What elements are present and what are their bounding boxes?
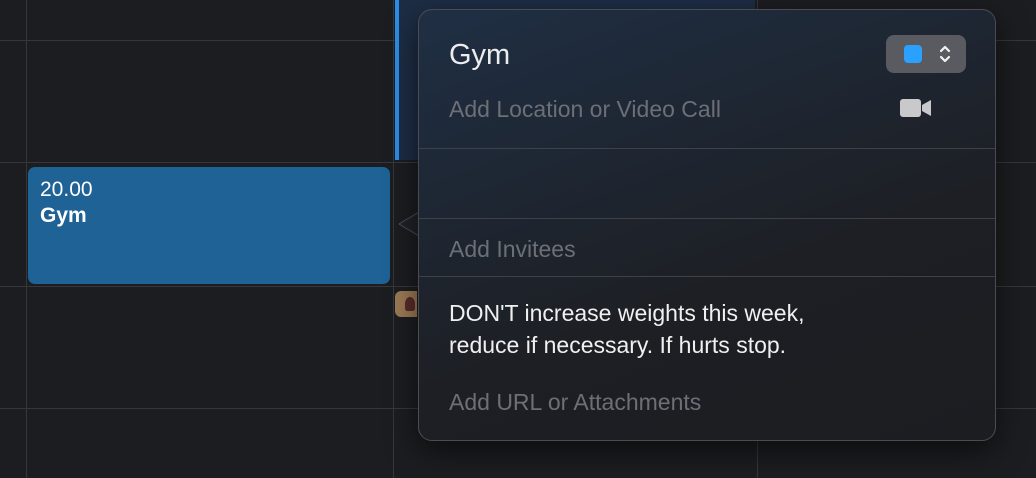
- event-avatar[interactable]: [395, 291, 417, 317]
- grid-line: [26, 0, 27, 478]
- url-attachments-field[interactable]: Add URL or Attachments: [449, 387, 701, 417]
- up-down-chevron-icon: [939, 45, 951, 63]
- divider: [419, 276, 995, 277]
- event-detail-popover: Gym Add Location or Video Call Add Invit…: [418, 9, 996, 441]
- calendar-color-swatch: [904, 45, 922, 63]
- divider: [419, 148, 995, 149]
- location-field[interactable]: Add Location or Video Call: [449, 94, 721, 124]
- grid-line: [393, 0, 394, 478]
- calendar-event-gym[interactable]: 20.00 Gym: [28, 167, 390, 284]
- event-title: Gym: [40, 204, 87, 227]
- calendar-color-picker[interactable]: [886, 35, 966, 73]
- invitees-field[interactable]: Add Invitees: [449, 234, 576, 264]
- divider: [419, 218, 995, 219]
- video-camera-icon[interactable]: [899, 97, 933, 119]
- event-time: 20.00: [40, 178, 93, 201]
- notes-field[interactable]: DON'T increase weights this week, reduce…: [449, 297, 949, 361]
- event-title-field[interactable]: Gym: [449, 37, 510, 73]
- popover-arrow: [398, 212, 419, 236]
